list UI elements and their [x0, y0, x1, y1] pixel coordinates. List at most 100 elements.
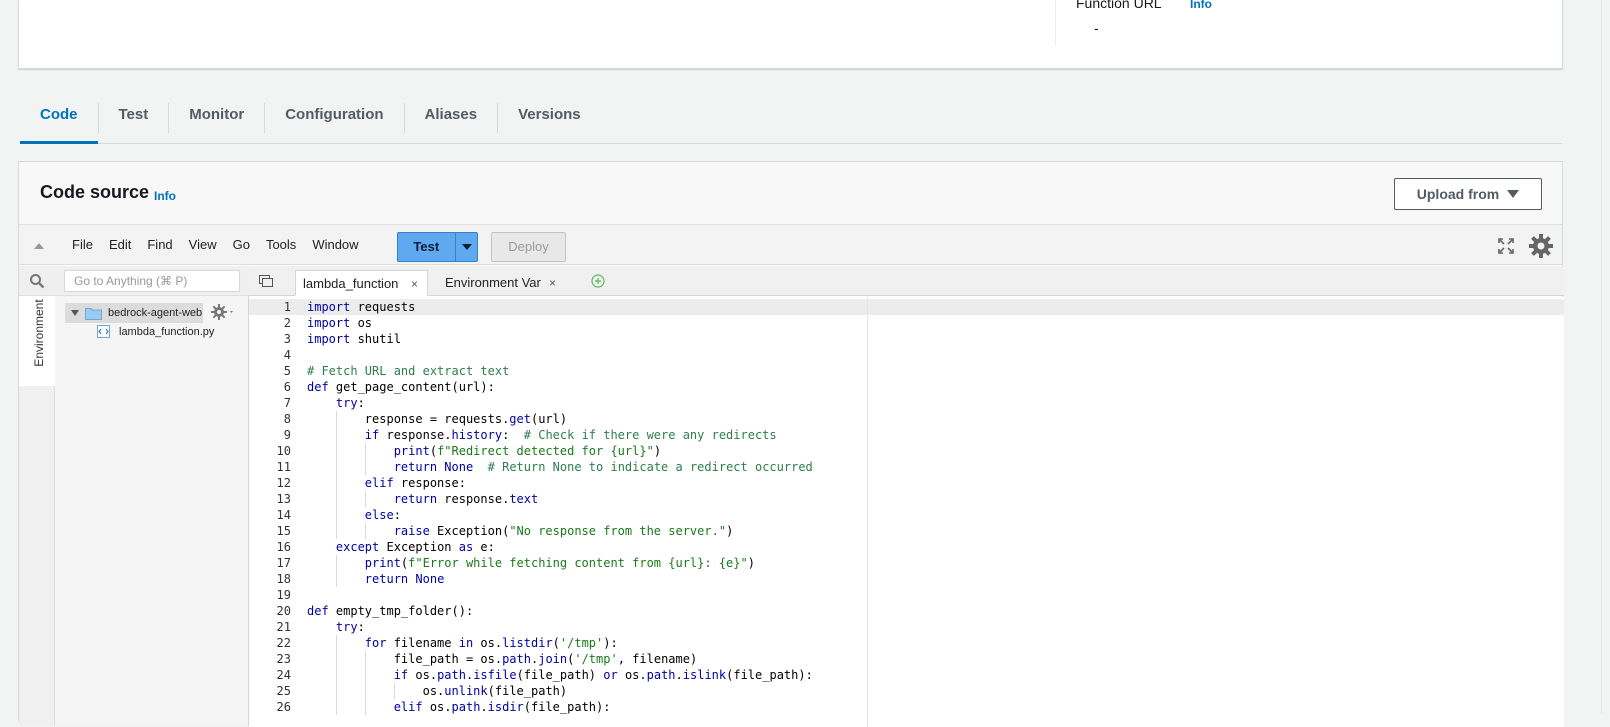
code-editor[interactable]: 1 import requests 2 import os 3 import shutil… [249, 297, 1564, 727]
line-number: 8 [283, 412, 291, 426]
indent-guide [364, 459, 366, 475]
tree-file-label: lambda_function.py [119, 325, 215, 338]
tab-monitor[interactable]: Monitor [169, 94, 264, 143]
indent-guide [335, 475, 337, 491]
collapse-triangle-icon[interactable] [34, 243, 44, 249]
editor-tab-label: Environment Var [445, 275, 541, 290]
ide-side-strip: Environment [19, 266, 55, 726]
line-number: 10 [276, 444, 291, 458]
tab-test[interactable]: Test [99, 94, 169, 143]
add-tab-icon[interactable] [591, 274, 605, 288]
line-number: 26 [276, 700, 291, 714]
indent-guide [335, 555, 337, 571]
deploy-button[interactable]: Deploy [491, 232, 566, 262]
code-source-header: Code source Info Upload from [19, 162, 1562, 224]
line-number: 2 [283, 316, 291, 330]
tree-file-item[interactable]: lambda_function.py [97, 325, 214, 338]
indent-guide [335, 411, 337, 427]
editor-tab-lambda-function[interactable]: lambda_function × [295, 270, 428, 296]
code-text: else: [364, 508, 401, 522]
menu-edit[interactable]: Edit [101, 237, 139, 252]
code-text: def get_page_content(url): [307, 380, 495, 394]
menu-find[interactable]: Find [139, 237, 180, 252]
line-number: 22 [276, 636, 291, 650]
indent-guide [335, 523, 337, 539]
code-text: def empty_tmp_folder(): [307, 604, 474, 618]
indent-guide [335, 651, 337, 667]
function-url-info-link[interactable]: Info [1190, 0, 1212, 11]
tab-list-icon[interactable] [259, 275, 273, 287]
editor-tab-bar: lambda_function × Environment Var × [249, 266, 1564, 296]
line-number: 21 [276, 620, 291, 634]
indent-guide [393, 683, 395, 699]
tree-root-label: bedrock-agent-web- [108, 307, 202, 319]
indent-guide [335, 491, 337, 507]
code-text: import shutil [307, 332, 401, 346]
line-number: 14 [276, 508, 291, 522]
page-scrollbar[interactable] [1601, 0, 1610, 714]
tab-configuration[interactable]: Configuration [265, 94, 403, 143]
python-file-icon [97, 325, 110, 338]
indent-guide [335, 443, 337, 459]
close-icon[interactable]: × [411, 271, 418, 297]
indent-guide [335, 667, 337, 683]
line-number: 16 [276, 540, 291, 554]
fullscreen-icon[interactable] [1497, 237, 1515, 255]
indent-guide [335, 507, 337, 523]
indent-guide [364, 443, 366, 459]
line-number: 11 [276, 460, 291, 474]
menu-tools[interactable]: Tools [258, 237, 304, 252]
line-number: 4 [283, 348, 291, 362]
menu-go[interactable]: Go [225, 237, 258, 252]
line-number: 5 [283, 364, 291, 378]
line-number: 15 [276, 524, 291, 538]
close-icon[interactable]: × [549, 270, 556, 296]
editor-tab-environment-vars[interactable]: Environment Var × [435, 270, 575, 296]
test-dropdown-button[interactable] [454, 233, 477, 261]
tree-root-folder[interactable]: bedrock-agent-web- [65, 303, 203, 323]
indent-guide [335, 427, 337, 443]
editor-tab-label: lambda_function [303, 276, 399, 291]
code-text: if os.path.isfile(file_path) or os.path.… [393, 668, 813, 682]
tab-aliases[interactable]: Aliases [405, 94, 498, 143]
menu-view[interactable]: View [181, 237, 225, 252]
indent-guide [335, 459, 337, 475]
code-text: import os [307, 316, 373, 330]
indent-guide [364, 523, 366, 539]
card-divider [1055, 0, 1056, 46]
tab-versions[interactable]: Versions [498, 94, 601, 143]
caret-down-icon [461, 244, 472, 250]
code-text: return response.text [393, 492, 539, 506]
goto-anything-input[interactable]: Go to Anything (⌘ P) [64, 270, 240, 292]
test-button[interactable]: Test [398, 233, 455, 261]
line-number: 7 [283, 396, 291, 410]
tree-settings-gear-icon[interactable] [210, 303, 236, 321]
tab-code[interactable]: Code [20, 94, 98, 144]
code-text: import requests [307, 300, 416, 314]
print-margin [867, 297, 868, 727]
code-text: try: [335, 620, 365, 634]
indent-guide [335, 571, 337, 587]
indent-guide [335, 699, 337, 715]
test-split-button: Test [397, 232, 478, 262]
upload-from-button[interactable]: Upload from [1394, 178, 1542, 210]
code-text: print(f"Redirect detected for {url}") [393, 444, 662, 458]
expand-triangle-icon[interactable] [71, 310, 79, 316]
line-number: 24 [276, 668, 291, 682]
function-tabs: Code Test Monitor Configuration Aliases … [20, 94, 1562, 144]
function-url-label: Function URL [1076, 0, 1162, 11]
active-line-highlight [249, 299, 1564, 315]
code-source-info-link[interactable]: Info [154, 189, 176, 203]
code-text: return None # Return None to indicate a … [393, 460, 813, 474]
menu-file[interactable]: File [64, 237, 101, 252]
code-text: except Exception as e: [335, 540, 495, 554]
code-text: try: [335, 396, 365, 410]
gear-icon[interactable] [1528, 233, 1554, 259]
line-number: 20 [276, 604, 291, 618]
code-text: if response.history: # Check if there we… [364, 428, 777, 442]
folder-icon [85, 307, 102, 320]
menu-window[interactable]: Window [304, 237, 366, 252]
indent-guide [364, 491, 366, 507]
code-text: raise Exception("No response from the se… [393, 524, 734, 538]
line-number: 18 [276, 572, 291, 586]
